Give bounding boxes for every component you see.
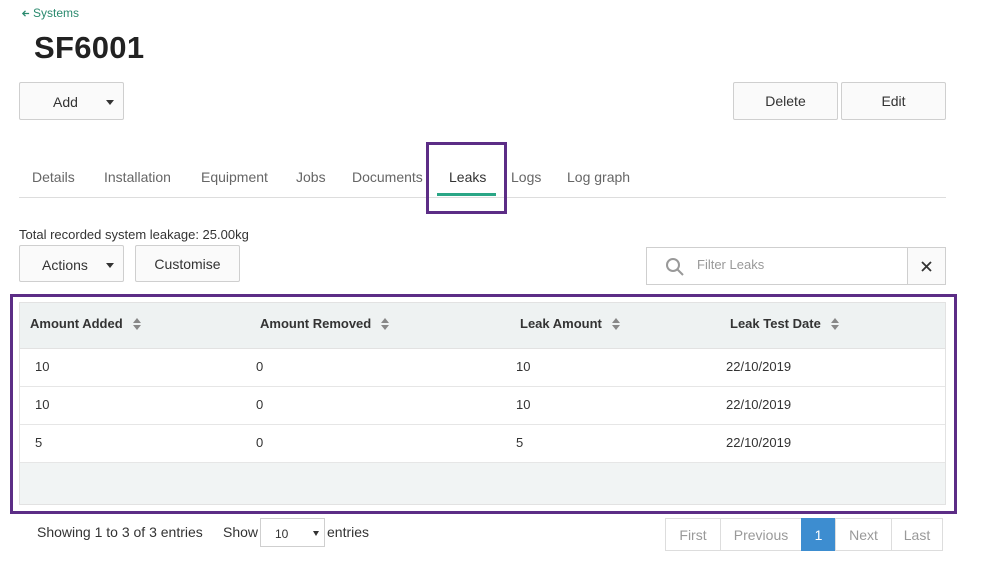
table-info-text: Showing 1 to 3 of 3 entries <box>37 524 203 540</box>
show-label: Show <box>223 524 259 540</box>
pagination-next[interactable]: Next <box>835 518 892 551</box>
search-icon <box>666 258 684 276</box>
customise-button[interactable]: Customise <box>135 245 240 282</box>
tab-jobs[interactable]: Jobs <box>296 169 326 185</box>
add-button-label: Add <box>53 94 78 110</box>
total-leakage-text: Total recorded system leakage: 25.00kg <box>19 227 249 242</box>
edit-button[interactable]: Edit <box>841 82 946 120</box>
tab-log-graph[interactable]: Log graph <box>567 169 630 185</box>
breadcrumb-back-link[interactable]: Systems <box>21 6 79 20</box>
entries-label: entries <box>327 524 370 540</box>
filter-leaks-field[interactable] <box>646 247 908 285</box>
close-icon <box>921 260 932 272</box>
pagination-first[interactable]: First <box>665 518 721 551</box>
arrow-left-icon <box>21 9 30 17</box>
pagination: First Previous 1 Next Last <box>665 518 943 551</box>
page-title: SF6001 <box>34 30 145 65</box>
filter-leaks-input[interactable] <box>695 256 895 273</box>
tab-details[interactable]: Details <box>32 169 75 185</box>
leaks-tab-highlight <box>426 142 507 214</box>
pagination-previous[interactable]: Previous <box>720 518 802 551</box>
tab-equipment[interactable]: Equipment <box>201 169 268 185</box>
tab-documents[interactable]: Documents <box>352 169 423 185</box>
actions-dropdown-button[interactable]: Actions <box>19 245 124 282</box>
chevron-down-icon <box>106 100 114 105</box>
tab-logs[interactable]: Logs <box>511 169 541 185</box>
chevron-down-icon <box>313 531 319 536</box>
pagination-last[interactable]: Last <box>891 518 943 551</box>
clear-filter-button[interactable] <box>907 247 946 285</box>
chevron-down-icon <box>106 263 114 268</box>
actions-button-label: Actions <box>42 257 88 273</box>
table-highlight <box>10 294 957 514</box>
page-length-select[interactable]: 10 <box>260 518 325 547</box>
add-dropdown-button[interactable]: Add <box>19 82 124 120</box>
breadcrumb-label: Systems <box>33 6 80 20</box>
page-length-value: 10 <box>275 527 289 541</box>
delete-button[interactable]: Delete <box>733 82 838 120</box>
pagination-page-1[interactable]: 1 <box>801 518 836 551</box>
tab-installation[interactable]: Installation <box>104 169 171 185</box>
